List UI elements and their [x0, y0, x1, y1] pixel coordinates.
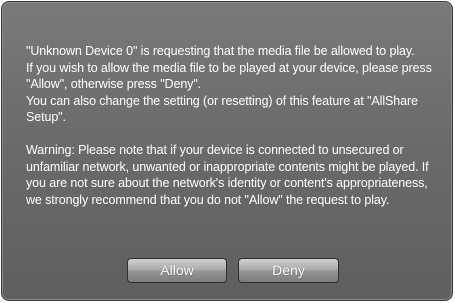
media-request-dialog: "Unknown Device 0" is requesting that th…: [1, 1, 453, 301]
allow-button[interactable]: Allow: [127, 258, 227, 283]
request-message: "Unknown Device 0" is requesting that th…: [26, 44, 432, 124]
dialog-message-area: "Unknown Device 0" is requesting that th…: [26, 43, 436, 208]
warning-message: Warning: Please note that if your device…: [26, 143, 429, 207]
deny-button[interactable]: Deny: [238, 258, 339, 283]
